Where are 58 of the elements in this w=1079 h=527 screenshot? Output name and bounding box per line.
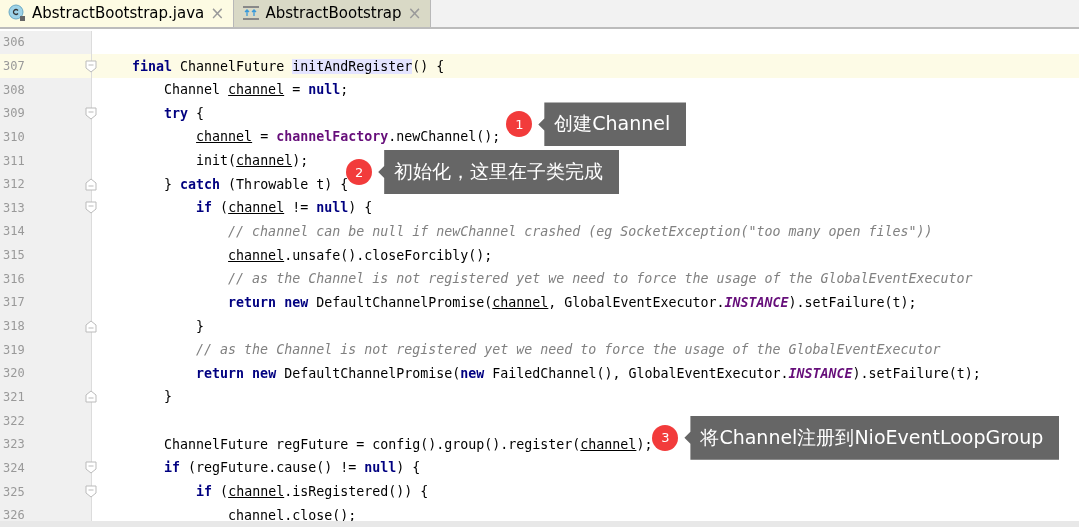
code-line: channel = channelFactory.newChannel(); xyxy=(195,129,501,145)
line-number: 312 xyxy=(2,177,25,192)
line-number: 310 xyxy=(2,129,25,144)
fold-icon[interactable] xyxy=(85,485,97,499)
line-number: 321 xyxy=(2,389,25,404)
code-line: } xyxy=(163,389,173,405)
annotation-callout: 初始化，这里在子类完成 xyxy=(378,150,620,195)
code-line: Channel channel = null; xyxy=(163,82,349,98)
line-number: 309 xyxy=(2,106,25,121)
fold-icon[interactable] xyxy=(85,59,97,73)
code-line: // as the Channel is not registered yet we need to force the usage of the GlobalEventExecutor xyxy=(195,342,941,358)
step-number-badge: 2 xyxy=(346,159,373,186)
class-file-icon xyxy=(8,4,26,23)
fold-icon[interactable] xyxy=(85,461,97,475)
step-number-badge: 1 xyxy=(506,111,533,138)
code-line: if (regFuture.cause() != null) { xyxy=(163,460,421,476)
fold-icon[interactable] xyxy=(85,390,97,404)
code-line: return new DefaultChannelPromise(new FailedChannel(), GlobalEventExecutor.INSTANCE).setFailure(t); xyxy=(195,365,981,381)
line-number: 316 xyxy=(2,271,25,286)
fold-icon[interactable] xyxy=(85,319,97,333)
code-line: final ChannelFuture initAndRegister() { xyxy=(131,58,445,74)
line-number: 323 xyxy=(2,437,25,452)
line-number: 325 xyxy=(2,484,25,499)
line-number: 311 xyxy=(2,153,25,168)
code-line: return new DefaultChannelPromise(channel, GlobalEventExecutor.INSTANCE).setFailure(t); xyxy=(227,294,917,310)
annotation-callout: 创建Channel xyxy=(538,102,687,147)
line-number: 314 xyxy=(2,224,25,239)
code-line: if (channel.isRegistered()) { xyxy=(195,484,429,500)
fold-icon[interactable] xyxy=(85,177,97,191)
line-number: 307 xyxy=(2,59,25,73)
fold-icon[interactable] xyxy=(85,201,97,215)
step-number-badge: 3 xyxy=(652,424,679,451)
editor-tab[interactable]: AbstractBootstrap.java × xyxy=(0,0,234,27)
structure-icon xyxy=(241,5,260,22)
code-line: channel.close(); xyxy=(227,507,357,523)
line-number: 320 xyxy=(2,366,25,381)
line-number: 306 xyxy=(2,35,25,50)
line-number: 313 xyxy=(2,200,25,215)
line-number: 324 xyxy=(2,460,25,475)
code-line: } xyxy=(195,318,205,334)
line-number: 322 xyxy=(2,413,25,428)
annotation-callout: 将Channel注册到NioEventLoopGroup xyxy=(684,415,1060,460)
code-line: channel.unsafe().closeForcibly(); xyxy=(227,247,493,263)
code-line: // as the Channel is not registered yet we need to force the usage of the GlobalEventExecutor xyxy=(227,271,973,287)
line-number: 308 xyxy=(2,82,25,97)
line-number: 317 xyxy=(2,295,25,310)
line-number: 326 xyxy=(2,508,25,523)
editor-tab[interactable]: AbstractBootstrap × xyxy=(233,0,431,27)
fold-icon[interactable] xyxy=(85,106,97,120)
code-line: if (channel != null) { xyxy=(195,200,373,216)
code-line: ChannelFuture regFuture = config().group().register(channel); xyxy=(163,436,653,452)
line-number: 319 xyxy=(2,342,25,357)
line-number: 318 xyxy=(2,319,25,334)
code-line: try { xyxy=(163,105,205,121)
line-number: 315 xyxy=(2,248,25,263)
code-line: } catch (Throwable t) { xyxy=(163,176,349,192)
code-line: // channel can be null if newChannel crashed (eg SocketException("too many open files")) xyxy=(227,224,933,239)
code-line: init(channel); xyxy=(195,153,309,169)
